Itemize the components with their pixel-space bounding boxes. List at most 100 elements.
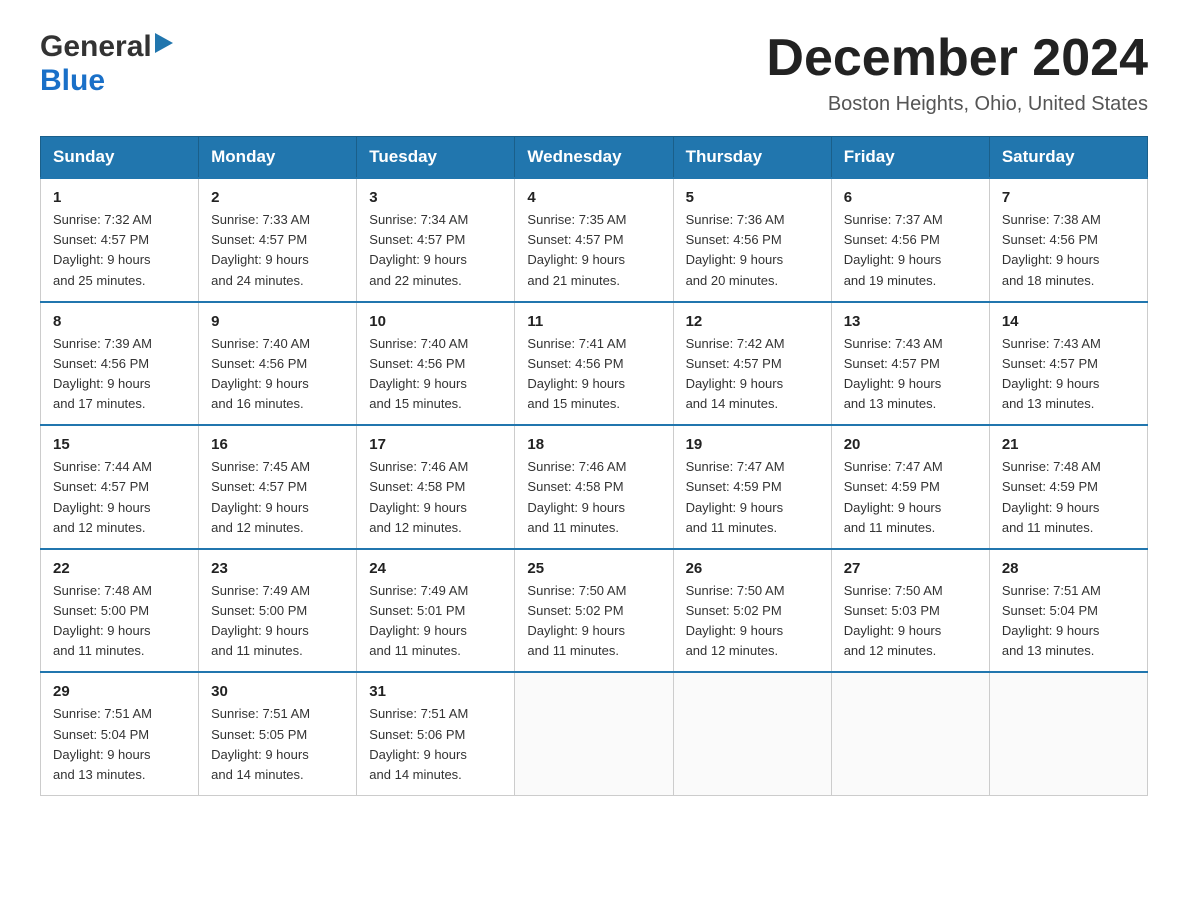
day-number: 26: [686, 560, 819, 577]
calendar-cell: [831, 672, 989, 795]
day-info: Sunrise: 7:51 AMSunset: 5:04 PMDaylight:…: [1002, 583, 1101, 658]
day-number: 28: [1002, 560, 1135, 577]
day-info: Sunrise: 7:32 AMSunset: 4:57 PMDaylight:…: [53, 212, 152, 287]
day-info: Sunrise: 7:40 AMSunset: 4:56 PMDaylight:…: [211, 336, 310, 411]
day-number: 12: [686, 313, 819, 330]
day-number: 24: [369, 560, 502, 577]
day-number: 29: [53, 683, 186, 700]
calendar-cell: 14Sunrise: 7:43 AMSunset: 4:57 PMDayligh…: [989, 302, 1147, 426]
calendar-cell: 5Sunrise: 7:36 AMSunset: 4:56 PMDaylight…: [673, 178, 831, 302]
logo-general-text: General: [40, 30, 152, 64]
calendar-cell: [515, 672, 673, 795]
day-info: Sunrise: 7:51 AMSunset: 5:05 PMDaylight:…: [211, 706, 310, 781]
day-info: Sunrise: 7:48 AMSunset: 5:00 PMDaylight:…: [53, 583, 152, 658]
weekday-header-sunday: Sunday: [41, 137, 199, 179]
calendar-cell: 16 Sunrise: 7:45 AMSunset: 4:57 PMDayligh…: [199, 425, 357, 549]
calendar-cell: 10 Sunrise: 7:40 AMSunset: 4:56 PMDayligh…: [357, 302, 515, 426]
calendar-cell: 11 Sunrise: 7:41 AMSunset: 4:56 PMDayligh…: [515, 302, 673, 426]
day-info: Sunrise: 7:50 AMSunset: 5:03 PMDaylight:…: [844, 583, 943, 658]
calendar-cell: 22 Sunrise: 7:48 AMSunset: 5:00 PMDayligh…: [41, 549, 199, 673]
calendar-cell: 3 Sunrise: 7:34 AMSunset: 4:57 PMDaylight…: [357, 178, 515, 302]
day-number: 6: [844, 189, 977, 206]
day-info: Sunrise: 7:51 AMSunset: 5:06 PMDaylight:…: [369, 706, 468, 781]
calendar-cell: 13 Sunrise: 7:43 AMSunset: 4:57 PMDayligh…: [831, 302, 989, 426]
day-number: 2: [211, 189, 344, 206]
day-info: Sunrise: 7:45 AMSunset: 4:57 PMDaylight:…: [211, 459, 310, 534]
logo: General Blue: [40, 30, 173, 98]
day-number: 8: [53, 313, 186, 330]
calendar-cell: 30 Sunrise: 7:51 AMSunset: 5:05 PMDayligh…: [199, 672, 357, 795]
weekday-header-wednesday: Wednesday: [515, 137, 673, 179]
logo-arrow-icon: [155, 33, 173, 58]
day-number: 1: [53, 189, 186, 206]
calendar-table: SundayMondayTuesdayWednesdayThursdayFrid…: [40, 136, 1148, 796]
weekday-header-row: SundayMondayTuesdayWednesdayThursdayFrid…: [41, 137, 1148, 179]
day-number: 21: [1002, 436, 1135, 453]
day-number: 17: [369, 436, 502, 453]
calendar-cell: 2 Sunrise: 7:33 AMSunset: 4:57 PMDaylight…: [199, 178, 357, 302]
day-number: 18: [527, 436, 660, 453]
day-info: Sunrise: 7:39 AMSunset: 4:56 PMDaylight:…: [53, 336, 152, 411]
calendar-week-row: 1 Sunrise: 7:32 AMSunset: 4:57 PMDaylight…: [41, 178, 1148, 302]
weekday-header-saturday: Saturday: [989, 137, 1147, 179]
calendar-cell: 27 Sunrise: 7:50 AMSunset: 5:03 PMDayligh…: [831, 549, 989, 673]
day-info: Sunrise: 7:50 AMSunset: 5:02 PMDaylight:…: [686, 583, 785, 658]
day-number: 27: [844, 560, 977, 577]
title-section: December 2024 Boston Heights, Ohio, Unit…: [766, 30, 1148, 116]
day-info: Sunrise: 7:46 AMSunset: 4:58 PMDaylight:…: [369, 459, 468, 534]
day-number: 30: [211, 683, 344, 700]
day-number: 10: [369, 313, 502, 330]
weekday-header-thursday: Thursday: [673, 137, 831, 179]
calendar-cell: 19 Sunrise: 7:47 AMSunset: 4:59 PMDayligh…: [673, 425, 831, 549]
page-header: General Blue December 2024 Boston Height…: [40, 30, 1148, 116]
day-info: Sunrise: 7:33 AMSunset: 4:57 PMDaylight:…: [211, 212, 310, 287]
day-number: 9: [211, 313, 344, 330]
calendar-week-row: 8 Sunrise: 7:39 AMSunset: 4:56 PMDaylight…: [41, 302, 1148, 426]
day-info: Sunrise: 7:47 AMSunset: 4:59 PMDaylight:…: [844, 459, 943, 534]
day-number: 19: [686, 436, 819, 453]
calendar-cell: 25 Sunrise: 7:50 AMSunset: 5:02 PMDayligh…: [515, 549, 673, 673]
day-info: Sunrise: 7:44 AMSunset: 4:57 PMDaylight:…: [53, 459, 152, 534]
day-info: Sunrise: 7:47 AMSunset: 4:59 PMDaylight:…: [686, 459, 785, 534]
weekday-header-monday: Monday: [199, 137, 357, 179]
calendar-cell: [989, 672, 1147, 795]
day-number: 23: [211, 560, 344, 577]
day-number: 25: [527, 560, 660, 577]
day-info: Sunrise: 7:50 AMSunset: 5:02 PMDaylight:…: [527, 583, 626, 658]
calendar-week-row: 15 Sunrise: 7:44 AMSunset: 4:57 PMDayligh…: [41, 425, 1148, 549]
day-info: Sunrise: 7:40 AMSunset: 4:56 PMDaylight:…: [369, 336, 468, 411]
calendar-week-row: 22 Sunrise: 7:48 AMSunset: 5:00 PMDayligh…: [41, 549, 1148, 673]
day-info: Sunrise: 7:41 AMSunset: 4:56 PMDaylight:…: [527, 336, 626, 411]
day-number: 22: [53, 560, 186, 577]
calendar-cell: 18 Sunrise: 7:46 AMSunset: 4:58 PMDayligh…: [515, 425, 673, 549]
day-info: Sunrise: 7:51 AMSunset: 5:04 PMDaylight:…: [53, 706, 152, 781]
day-info: Sunrise: 7:42 AMSunset: 4:57 PMDaylight:…: [686, 336, 785, 411]
day-info: Sunrise: 7:34 AMSunset: 4:57 PMDaylight:…: [369, 212, 468, 287]
calendar-cell: 4Sunrise: 7:35 AMSunset: 4:57 PMDaylight…: [515, 178, 673, 302]
day-info: Sunrise: 7:49 AMSunset: 5:01 PMDaylight:…: [369, 583, 468, 658]
day-number: 15: [53, 436, 186, 453]
day-number: 13: [844, 313, 977, 330]
calendar-cell: 23Sunrise: 7:49 AMSunset: 5:00 PMDayligh…: [199, 549, 357, 673]
day-number: 16: [211, 436, 344, 453]
day-number: 11: [527, 313, 660, 330]
day-number: 3: [369, 189, 502, 206]
location-title: Boston Heights, Ohio, United States: [766, 93, 1148, 116]
calendar-cell: 6 Sunrise: 7:37 AMSunset: 4:56 PMDaylight…: [831, 178, 989, 302]
calendar-cell: 31 Sunrise: 7:51 AMSunset: 5:06 PMDayligh…: [357, 672, 515, 795]
calendar-cell: 29 Sunrise: 7:51 AMSunset: 5:04 PMDayligh…: [41, 672, 199, 795]
calendar-cell: 1 Sunrise: 7:32 AMSunset: 4:57 PMDaylight…: [41, 178, 199, 302]
calendar-cell: 9 Sunrise: 7:40 AMSunset: 4:56 PMDaylight…: [199, 302, 357, 426]
calendar-cell: 28 Sunrise: 7:51 AMSunset: 5:04 PMDayligh…: [989, 549, 1147, 673]
logo-blue-text: Blue: [40, 64, 105, 97]
calendar-cell: 26 Sunrise: 7:50 AMSunset: 5:02 PMDayligh…: [673, 549, 831, 673]
day-info: Sunrise: 7:43 AMSunset: 4:57 PMDaylight:…: [844, 336, 943, 411]
day-number: 31: [369, 683, 502, 700]
day-info: Sunrise: 7:46 AMSunset: 4:58 PMDaylight:…: [527, 459, 626, 534]
month-title: December 2024: [766, 30, 1148, 87]
day-number: 14: [1002, 313, 1135, 330]
calendar-cell: 20Sunrise: 7:47 AMSunset: 4:59 PMDayligh…: [831, 425, 989, 549]
day-info: Sunrise: 7:37 AMSunset: 4:56 PMDaylight:…: [844, 212, 943, 287]
day-number: 4: [527, 189, 660, 206]
calendar-cell: 7Sunrise: 7:38 AMSunset: 4:56 PMDaylight…: [989, 178, 1147, 302]
